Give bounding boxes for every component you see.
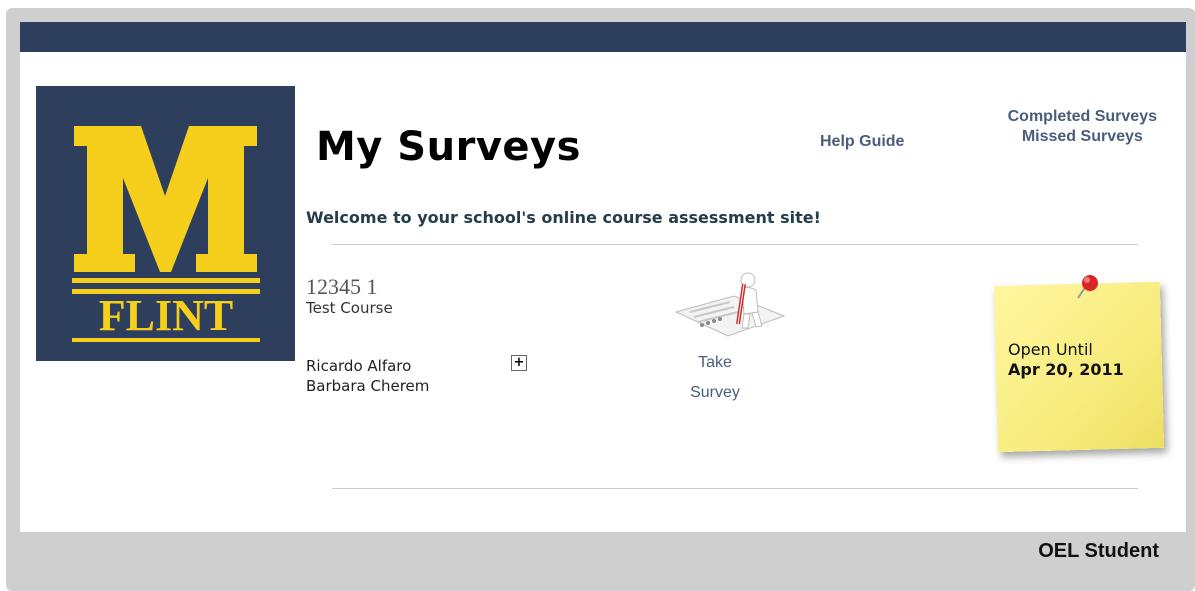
missed-surveys-link[interactable]: Missed Surveys: [1008, 127, 1157, 147]
deadline-sticky-note: Open Until Apr 20, 2011: [993, 281, 1165, 454]
divider-bottom: [332, 488, 1138, 489]
open-until-date: Apr 20, 2011: [1008, 360, 1124, 379]
deadline-text: Open Until Apr 20, 2011: [1008, 340, 1124, 380]
page-title: My Surveys: [316, 124, 581, 170]
instructor-list: Ricardo Alfaro Barbara Cherem: [306, 356, 429, 396]
completed-surveys-link[interactable]: Completed Surveys: [1008, 107, 1157, 127]
block-m-logo-icon: FLINT: [72, 126, 260, 342]
survey-person-icon[interactable]: [672, 270, 790, 346]
logo-flint-text: FLINT: [99, 291, 233, 340]
course-name: Test Course: [306, 299, 393, 317]
um-flint-logo: FLINT: [36, 86, 295, 361]
push-pin-icon: [1077, 275, 1098, 299]
take-survey-line2: Survey: [690, 384, 740, 401]
welcome-message: Welcome to your school's online course a…: [306, 208, 821, 227]
help-guide-link[interactable]: Help Guide: [820, 133, 904, 151]
course-code: 12345 1: [306, 274, 378, 299]
divider-top: [332, 244, 1138, 245]
take-survey-link[interactable]: Take Survey: [674, 348, 756, 408]
current-user-label: OEL Student: [1038, 540, 1159, 562]
open-until-label: Open Until: [1008, 340, 1093, 359]
survey-history-links: Completed Surveys Missed Surveys: [1008, 107, 1157, 147]
instructor-name: Barbara Cherem: [306, 377, 430, 395]
instructor-name: Ricardo Alfaro: [306, 357, 412, 375]
take-survey-line1: Take: [698, 354, 732, 371]
top-banner: [20, 22, 1186, 52]
expand-instructors-button[interactable]: +: [511, 355, 527, 371]
